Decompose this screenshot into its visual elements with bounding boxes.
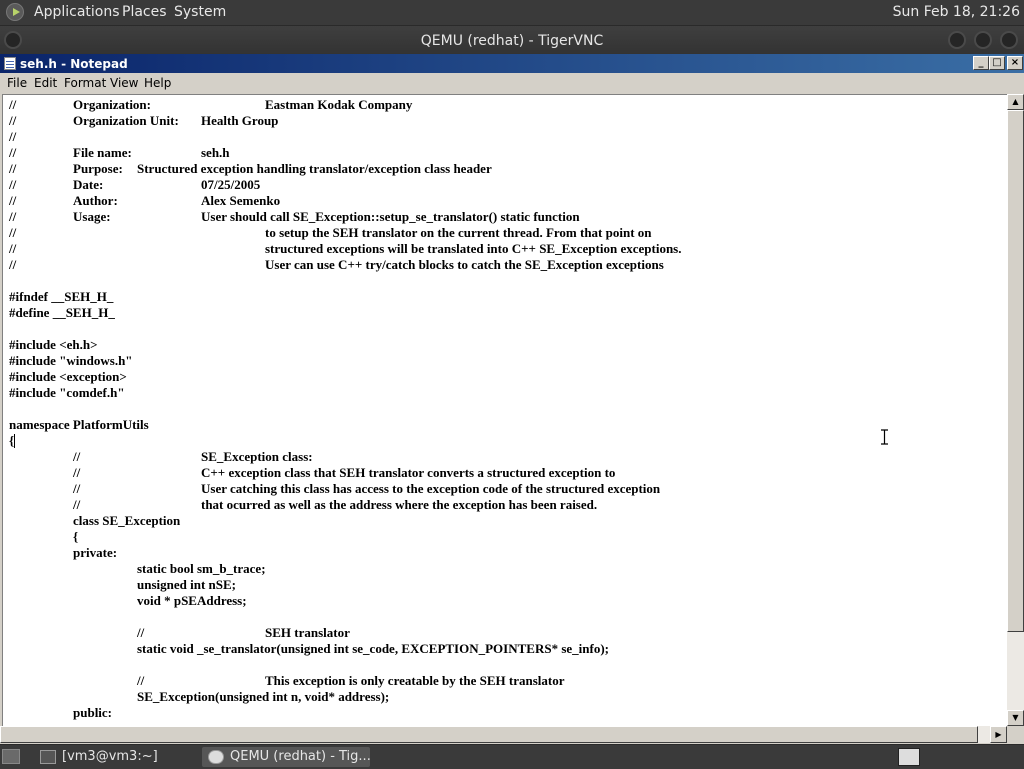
menu-format[interactable]: Format — [64, 76, 106, 90]
code-line: // Organization Unit: Health Group — [9, 113, 279, 128]
menu-view[interactable]: View — [110, 76, 138, 90]
menu-help[interactable]: Help — [144, 76, 171, 90]
scroll-up-arrow-icon[interactable]: ▲ — [1007, 94, 1024, 110]
scroll-down-arrow-icon[interactable]: ▼ — [1007, 710, 1024, 726]
ibeam-cursor-icon — [881, 429, 888, 445]
code-line: // C++ exception class that SEH translat… — [9, 465, 616, 480]
code-line: // User can use C++ try/catch blocks to … — [9, 257, 664, 272]
menu-edit[interactable]: Edit — [34, 76, 57, 90]
notepad-title: seh.h - Notepad — [20, 57, 128, 71]
code-line: // Purpose: Structured exception handlin… — [9, 161, 492, 176]
code-line: // Usage: User should call SE_Exception:… — [9, 209, 580, 224]
vnc-maximize-button[interactable] — [974, 31, 992, 49]
code-line: #include "windows.h" — [9, 353, 133, 368]
menu-file[interactable]: File — [7, 76, 27, 90]
vnc-window-title: QEMU (redhat) - TigerVNC — [420, 33, 604, 49]
taskbar-item-terminal[interactable]: [vm3@vm3:~] — [34, 747, 196, 767]
system-menu[interactable]: System — [174, 4, 226, 20]
applications-menu[interactable]: Applications — [34, 4, 120, 20]
code-line: unsigned int nSE; — [9, 577, 236, 592]
code-line: #include <exception> — [9, 369, 127, 384]
show-desktop-icon[interactable] — [2, 749, 20, 764]
vertical-scrollbar[interactable]: ▲ ▼ — [1007, 94, 1024, 726]
code-line: // Date: 07/25/2005 — [9, 177, 261, 192]
code-line: // This exception is only creatable by t… — [9, 673, 565, 688]
code-line: class SE_Exception — [9, 513, 181, 528]
code-line: #include "comdef.h" — [9, 385, 125, 400]
code-line: // SEH translator — [9, 625, 350, 640]
vnc-minimize-button[interactable] — [948, 31, 966, 49]
code-line: #include <eh.h> — [9, 337, 98, 352]
minimize-button[interactable]: _ — [973, 56, 989, 70]
scroll-right-arrow-icon[interactable]: ▶ — [990, 726, 1007, 743]
code-line: #ifndef __SEH_H_ — [9, 289, 114, 304]
code-line: { — [9, 433, 15, 448]
places-menu[interactable]: Places — [122, 4, 167, 20]
size-grip[interactable] — [1007, 726, 1024, 743]
code-line: // structured exceptions will be transla… — [9, 241, 682, 256]
tigervnc-icon — [208, 750, 224, 764]
bottom-panel: [vm3@vm3:~] QEMU (redhat) - Tig... — [0, 744, 1024, 769]
code-line: // File name: seh.h — [9, 145, 230, 160]
notepad-titlebar[interactable]: seh.h - Notepad _ □ × — [0, 54, 1024, 73]
code-line: SE_Exception(unsigned int n, void* addre… — [9, 689, 390, 704]
taskbar-item-qemu[interactable]: QEMU (redhat) - Tig... — [202, 747, 371, 767]
code-line: // Author: Alex Semenko — [9, 193, 281, 208]
code-line: void * pSEAddress; — [9, 593, 247, 608]
close-button[interactable]: × — [1007, 56, 1023, 70]
notepad-app-icon[interactable] — [4, 57, 16, 70]
terminal-icon — [40, 750, 56, 764]
maximize-button[interactable]: □ — [989, 56, 1005, 70]
code-line: { — [9, 529, 79, 544]
code-line: public: — [9, 705, 113, 720]
code-line: // — [9, 129, 17, 144]
gnome-foot-icon[interactable] — [6, 3, 24, 21]
code-line: namespace PlatformUtils — [9, 417, 149, 432]
remote-desktop: seh.h - Notepad _ □ × File Edit Format V… — [0, 54, 1024, 744]
horizontal-scroll-thumb[interactable] — [0, 726, 978, 743]
text-caret — [14, 434, 15, 448]
code-line: // User catching this class has access t… — [9, 481, 661, 496]
horizontal-scrollbar[interactable]: ▶ — [0, 726, 1007, 743]
tigervnc-tray-icon[interactable] — [898, 748, 920, 766]
vnc-close-button[interactable] — [1000, 31, 1018, 49]
taskbar-item-label: QEMU (redhat) - Tig... — [230, 749, 371, 764]
taskbar-item-label: [vm3@vm3:~] — [62, 749, 158, 764]
vnc-titlebar[interactable]: QEMU (redhat) - TigerVNC — [0, 26, 1024, 54]
panel-clock[interactable]: Sun Feb 18, 21:26 — [893, 4, 1020, 20]
code-line: static bool sm_b_trace; — [9, 561, 266, 576]
code-line: // SE_Exception class: — [9, 449, 313, 464]
notepad-menubar: File Edit Format View Help — [0, 73, 1024, 93]
code-line: // Organization: Eastman Kodak Company — [9, 97, 413, 112]
code-line: private: — [9, 545, 118, 560]
code-line: #define __SEH_H_ — [9, 305, 115, 320]
top-panel: Applications Places System Sun Feb 18, 2… — [0, 0, 1024, 26]
text-editor-area[interactable]: // Organization: Eastman Kodak Company//… — [2, 94, 1007, 726]
code-line: // to setup the SEH translator on the cu… — [9, 225, 652, 240]
code-line: // that ocurred as well as the address w… — [9, 497, 598, 512]
code-line: static void _se_translator(unsigned int … — [9, 641, 609, 656]
editor-lines: // Organization: Eastman Kodak Company//… — [9, 97, 681, 721]
vertical-scroll-thumb[interactable] — [1007, 110, 1024, 632]
